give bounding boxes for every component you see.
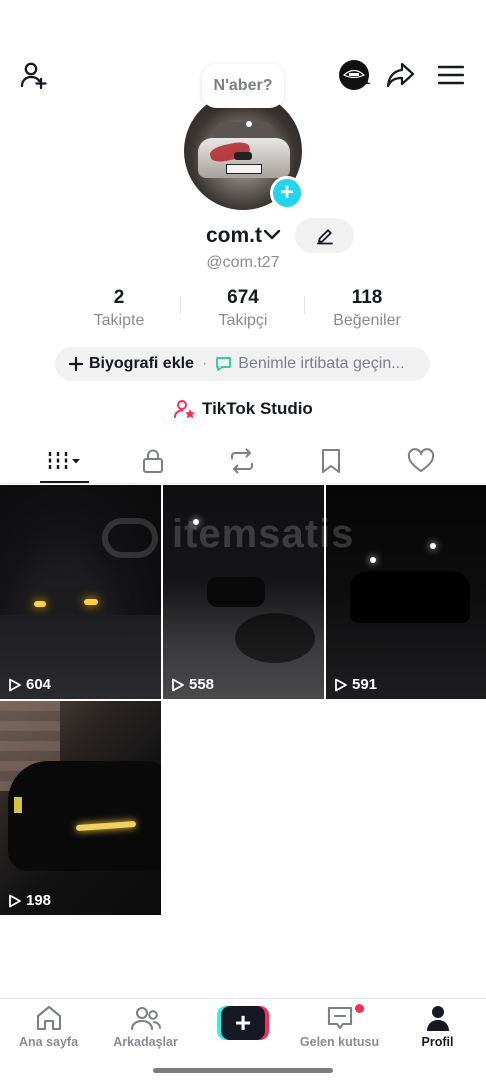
following-count: 2 — [113, 287, 125, 308]
nav-profile[interactable]: Profil — [389, 1004, 486, 1049]
profile-icon — [426, 1006, 449, 1031]
add-bio-button[interactable]: Biyografi ekle — [69, 355, 194, 373]
user-handle: @com.t27 — [206, 254, 280, 271]
followers-stat[interactable]: 674 Takipçi — [183, 286, 303, 332]
view-count: 604 — [8, 676, 51, 693]
share-button[interactable] — [384, 58, 418, 92]
plus-icon: + — [221, 1006, 265, 1040]
note-text: N'aber? — [213, 77, 273, 94]
tab-reposts[interactable] — [217, 440, 267, 482]
inbox-icon — [327, 1006, 352, 1030]
watermark-logo — [102, 518, 158, 558]
likes-count: 118 — [351, 287, 383, 308]
nav-inbox-label: Gelen kutusu — [299, 1035, 380, 1049]
home-icon — [36, 1005, 61, 1031]
view-count: 591 — [334, 676, 377, 693]
tab-private[interactable] — [128, 440, 178, 482]
following-label: Takipte — [93, 312, 145, 329]
view-count: 558 — [171, 676, 214, 693]
lock-icon — [143, 449, 163, 473]
username[interactable]: com.t — [206, 224, 262, 248]
pencil-icon — [316, 228, 333, 244]
notification-dot — [355, 1004, 364, 1013]
divider — [304, 296, 305, 314]
following-stat[interactable]: 2 Takipte — [59, 286, 179, 332]
note-bubble[interactable]: N'aber? — [202, 64, 284, 108]
studio-person-star-icon — [174, 400, 195, 419]
nav-home-label: Ana sayfa — [18, 1035, 79, 1049]
followers-label: Takipçi — [218, 312, 268, 329]
menu-button[interactable] — [434, 58, 468, 92]
play-icon — [172, 678, 184, 691]
person-plus-icon — [20, 62, 47, 90]
note-pointer — [246, 121, 252, 127]
plus-icon: + — [279, 179, 294, 206]
nav-friends-label: Arkadaşlar — [113, 1035, 178, 1049]
create-button[interactable]: + — [217, 1006, 269, 1040]
contact-button[interactable]: Benimle irtibata geçin... — [215, 355, 405, 373]
chevron-down-icon[interactable] — [263, 228, 281, 242]
heart-icon — [407, 448, 435, 472]
nav-inbox[interactable]: Gelen kutusu — [291, 1004, 388, 1049]
likes-stat[interactable]: 118 Beğeniler — [307, 286, 427, 332]
likes-label: Beğeniler — [333, 312, 401, 329]
play-icon — [9, 894, 21, 907]
tab-favorites[interactable] — [306, 440, 356, 482]
add-bio-label: Biyografi ekle — [89, 355, 194, 372]
play-icon — [9, 678, 21, 691]
add-friend-button[interactable] — [16, 58, 52, 92]
share-arrow-icon — [386, 62, 415, 88]
account-switcher-button[interactable]: 1 — [336, 58, 372, 92]
grid-bars-icon — [48, 452, 80, 470]
message-bubble-icon — [216, 357, 232, 371]
play-icon — [335, 678, 347, 691]
watermark: itemsatis — [172, 512, 355, 556]
divider — [0, 483, 486, 484]
nav-friends[interactable]: Arkadaşlar — [97, 1004, 194, 1049]
nav-profile-label: Profil — [421, 1035, 454, 1049]
tab-videos[interactable] — [40, 440, 90, 482]
hamburger-menu-icon — [438, 65, 464, 85]
video-thumbnail[interactable]: 198 — [0, 701, 161, 915]
followers-count: 674 — [227, 287, 259, 308]
tab-liked[interactable] — [396, 440, 446, 482]
bookmark-icon — [322, 449, 340, 473]
repost-icon — [231, 448, 253, 474]
plus-icon — [69, 357, 83, 371]
separator: · — [201, 355, 208, 372]
account-badge-count: 1 — [363, 72, 371, 87]
bio-actions-chip: Biyografi ekle · Benimle irtibata geçin.… — [55, 347, 430, 381]
divider — [180, 296, 181, 314]
view-count: 198 — [8, 892, 51, 909]
friends-icon — [130, 1006, 161, 1031]
tiktok-studio-link[interactable]: TikTok Studio — [174, 397, 313, 421]
add-story-button[interactable]: + — [270, 176, 304, 210]
studio-label: TikTok Studio — [202, 399, 313, 418]
home-indicator — [153, 1068, 333, 1073]
edit-profile-button[interactable] — [295, 218, 354, 253]
account-logo-icon — [343, 69, 365, 79]
nav-home[interactable]: Ana sayfa — [0, 1004, 97, 1049]
contact-label: Benimle irtibata geçin... — [238, 355, 405, 372]
